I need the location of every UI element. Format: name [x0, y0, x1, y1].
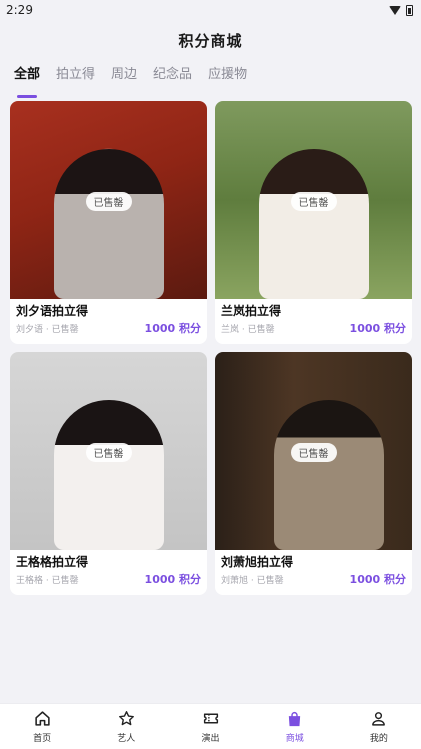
status-bar: 2:29 — [0, 0, 421, 20]
tab-merch[interactable]: 周边 — [111, 65, 137, 93]
product-image: 已售罄 — [10, 352, 207, 550]
battery-icon — [406, 4, 413, 16]
nav-profile[interactable]: 我的 — [337, 704, 421, 749]
sold-out-badge: 已售罄 — [290, 192, 337, 211]
artist-photo — [53, 400, 164, 550]
artist-photo — [53, 149, 164, 299]
nav-label: 首页 — [33, 733, 52, 744]
product-title: 刘萧旭拍立得 — [221, 555, 294, 569]
sold-out-badge: 已售罄 — [85, 443, 132, 462]
product-title: 王格格拍立得 — [16, 555, 89, 569]
product-card[interactable]: 已售罄 刘夕语拍立得 刘夕语 · 已售罄 1000 积分 — [10, 101, 207, 344]
sold-out-badge: 已售罄 — [290, 443, 337, 462]
product-card[interactable]: 已售罄 刘萧旭拍立得 刘萧旭 · 已售罄 1000 积分 — [215, 352, 412, 595]
wifi-icon — [389, 5, 401, 15]
ticket-icon — [202, 710, 220, 728]
user-icon — [370, 710, 388, 728]
product-image: 已售罄 — [215, 101, 412, 299]
product-image: 已售罄 — [10, 101, 207, 299]
artist-photo — [274, 400, 385, 550]
nav-shows[interactable]: 演出 — [168, 704, 252, 749]
nav-home[interactable]: 首页 — [0, 704, 84, 749]
product-title: 兰岚拍立得 — [221, 304, 282, 318]
product-price: 1000 积分 — [144, 573, 201, 586]
nav-label: 艺人 — [117, 733, 136, 744]
product-price: 1000 积分 — [349, 322, 406, 335]
product-subtitle: 刘萧旭 · 已售罄 — [221, 575, 284, 586]
home-icon — [33, 710, 51, 728]
product-image: 已售罄 — [215, 352, 412, 550]
category-tabs: 全部 拍立得 周边 纪念品 应援物 — [0, 59, 421, 98]
tab-souvenir[interactable]: 纪念品 — [153, 65, 192, 93]
product-price: 1000 积分 — [349, 573, 406, 586]
nav-label: 我的 — [369, 733, 388, 744]
nav-artists[interactable]: 艺人 — [84, 704, 168, 749]
product-card[interactable]: 已售罄 王格格拍立得 王格格 · 已售罄 1000 积分 — [10, 352, 207, 595]
nav-label: 商城 — [285, 733, 304, 744]
product-card[interactable]: 已售罄 兰岚拍立得 兰岚 · 已售罄 1000 积分 — [215, 101, 412, 344]
product-subtitle: 刘夕语 · 已售罄 — [16, 324, 79, 335]
sold-out-badge: 已售罄 — [85, 192, 132, 211]
nav-label: 演出 — [201, 733, 220, 744]
tab-all[interactable]: 全部 — [14, 65, 40, 98]
product-subtitle: 兰岚 · 已售罄 — [221, 324, 275, 335]
tab-polaroid[interactable]: 拍立得 — [56, 65, 95, 93]
page-header: 积分商城 — [0, 21, 421, 59]
page-title: 积分商城 — [178, 31, 243, 50]
product-price: 1000 积分 — [144, 322, 201, 335]
status-time: 2:29 — [6, 3, 33, 17]
nav-shop[interactable]: 商城 — [253, 704, 337, 749]
app-screen: 2:29 积分商城 全部 拍立得 周边 纪念品 应援物 已售罄 刘夕语拍立得 刘… — [0, 0, 421, 749]
bottom-navigation: 首页 艺人 演出 商城 我的 — [0, 703, 421, 749]
artist-photo — [258, 149, 369, 299]
product-title: 刘夕语拍立得 — [16, 304, 89, 318]
product-grid: 已售罄 刘夕语拍立得 刘夕语 · 已售罄 1000 积分 已售罄 兰岚拍立得 兰… — [0, 93, 421, 595]
tab-support-items[interactable]: 应援物 — [208, 65, 247, 93]
product-subtitle: 王格格 · 已售罄 — [16, 575, 79, 586]
star-icon — [117, 710, 135, 728]
status-icons — [389, 4, 413, 16]
shopping-bag-icon — [286, 710, 304, 728]
